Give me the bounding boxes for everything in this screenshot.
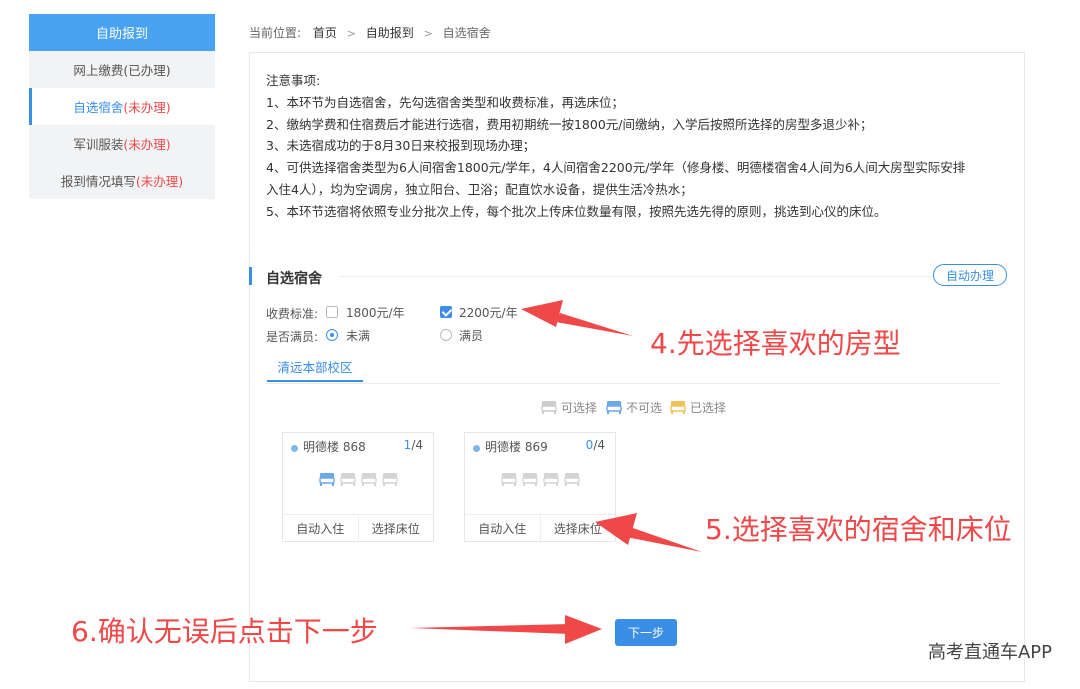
arrow-step6 [410, 615, 602, 644]
annotation-step4: 4.先选择喜欢的房型 [650, 327, 901, 360]
annotation-step5: 5.选择喜欢的宿舍和床位 [705, 513, 1012, 546]
watermark: 高考直通车APP [927, 642, 1052, 663]
annotation-arrows [410, 300, 702, 644]
arrow-step5 [595, 513, 702, 552]
annotation-step6: 6.确认无误后点击下一步 [71, 615, 378, 648]
arrow-step4 [521, 300, 633, 336]
